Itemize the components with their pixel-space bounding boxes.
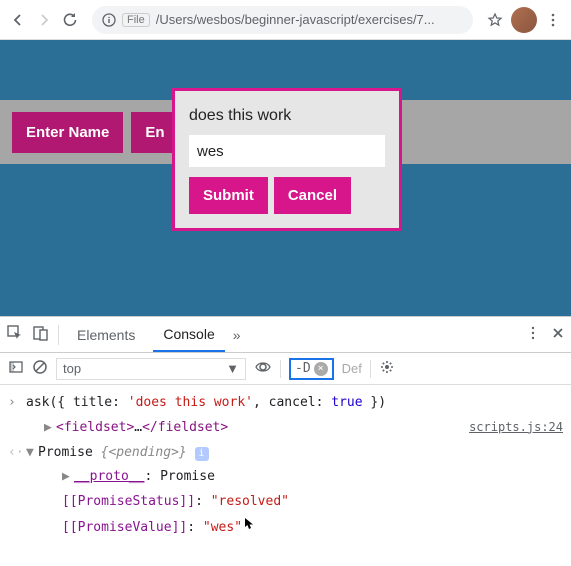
- url-text: /Users/wesbos/beginner-javascript/exerci…: [156, 12, 463, 27]
- inspect-icon[interactable]: [6, 324, 24, 345]
- address-bar[interactable]: File /Users/wesbos/beginner-javascript/e…: [92, 6, 473, 34]
- tabs-overflow-icon[interactable]: »: [233, 327, 241, 343]
- chevron-down-icon: ▼: [226, 361, 239, 376]
- close-devtools-icon[interactable]: [551, 326, 565, 343]
- devtools-menu-icon[interactable]: [525, 325, 541, 344]
- cancel-button[interactable]: Cancel: [274, 177, 351, 214]
- back-button[interactable]: [8, 10, 28, 30]
- source-link[interactable]: scripts.js:24: [469, 418, 563, 437]
- console-status-line: [[PromiseStatus]]: "resolved": [0, 490, 571, 515]
- console-log-fieldset: scripts.js:24 ▶<fieldset>…</fieldset>: [0, 416, 571, 441]
- console-filter-input[interactable]: -D ×: [289, 358, 334, 380]
- console-settings-icon[interactable]: [379, 359, 395, 378]
- tab-elements[interactable]: Elements: [67, 319, 145, 351]
- collapse-arrow-icon[interactable]: ▼: [26, 443, 38, 464]
- submit-button[interactable]: Submit: [189, 177, 268, 214]
- prompt-icon: ›: [8, 393, 26, 414]
- console-toolbar: top ▼ -D × Def: [0, 353, 571, 385]
- cursor-pointer-icon: [244, 517, 254, 539]
- console-input-line: › ask({ title: 'does this work', cancel:…: [0, 391, 571, 416]
- tab-console[interactable]: Console: [153, 318, 224, 352]
- url-scheme-label: File: [122, 13, 150, 27]
- clear-console-icon[interactable]: [32, 359, 48, 378]
- browser-toolbar: File /Users/wesbos/beginner-javascript/e…: [0, 0, 571, 40]
- menu-button[interactable]: [543, 10, 563, 30]
- expand-arrow-icon[interactable]: ▶: [62, 467, 74, 488]
- console-body[interactable]: › ask({ title: 'does this work', cancel:…: [0, 385, 571, 541]
- filter-placeholder: Def: [342, 361, 362, 376]
- prompt-modal: does this work Submit Cancel: [172, 88, 402, 231]
- bookmark-star-icon[interactable]: [485, 10, 505, 30]
- modal-title: does this work: [189, 107, 385, 125]
- console-proto-line: ▶__proto__: Promise: [0, 465, 571, 490]
- expand-arrow-icon[interactable]: ▶: [44, 418, 56, 439]
- live-expression-icon[interactable]: [254, 358, 272, 379]
- info-icon: [102, 13, 116, 27]
- devtools-panel: Elements Console » top ▼ -D × Def › ask(…: [0, 316, 571, 541]
- console-return-promise: ‹· ▼Promise {<pending>} i: [0, 441, 571, 466]
- devtools-tabs: Elements Console »: [0, 317, 571, 353]
- execution-context-select[interactable]: top ▼: [56, 358, 246, 380]
- modal-actions: Submit Cancel: [189, 177, 385, 214]
- profile-avatar[interactable]: [511, 7, 537, 33]
- reload-button[interactable]: [60, 10, 80, 30]
- clear-filter-icon[interactable]: ×: [314, 362, 328, 376]
- forward-button[interactable]: [34, 10, 54, 30]
- context-label: top: [63, 361, 81, 376]
- info-badge-icon[interactable]: i: [195, 447, 209, 461]
- console-sidebar-toggle-icon[interactable]: [8, 359, 24, 378]
- modal-input[interactable]: [189, 135, 385, 167]
- device-toggle-icon[interactable]: [32, 324, 50, 345]
- return-icon: ‹·: [8, 443, 26, 464]
- page-viewport: Enter Name En does this work Submit Canc…: [0, 40, 571, 316]
- console-value-line: [[PromiseValue]]: "wes": [0, 515, 571, 541]
- enter-name-button[interactable]: Enter Name: [12, 112, 123, 153]
